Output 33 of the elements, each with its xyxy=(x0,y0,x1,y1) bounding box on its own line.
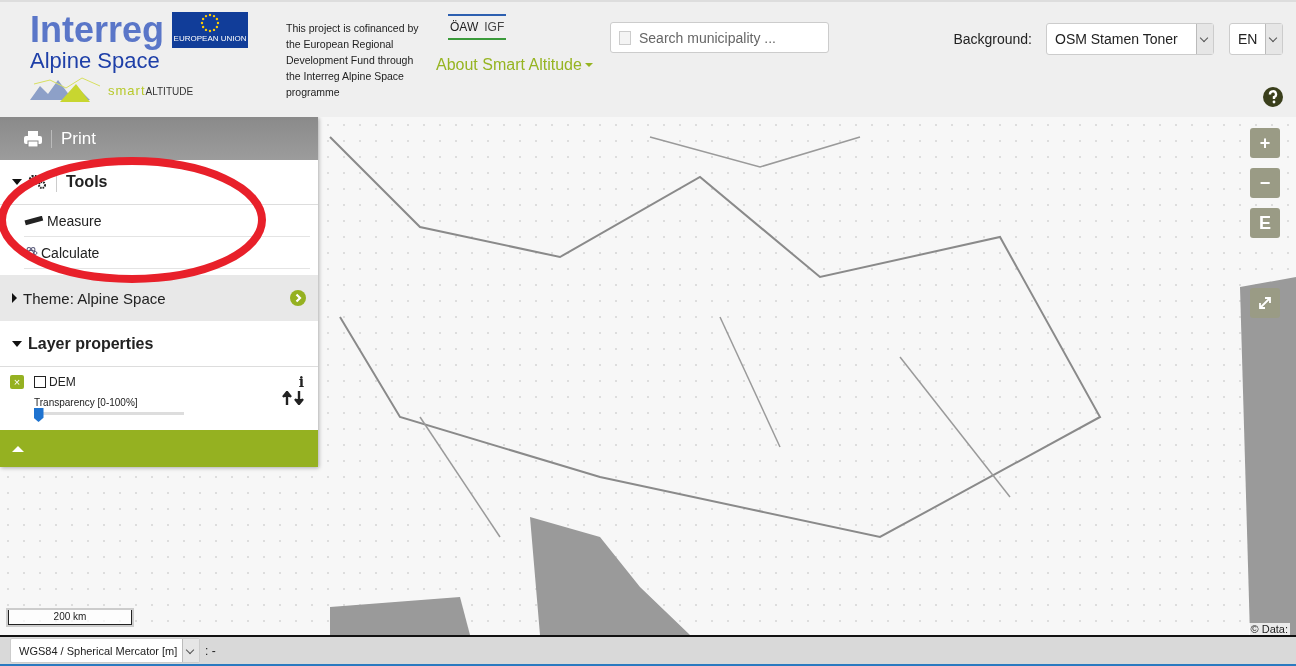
tool-item[interactable]: Calculate xyxy=(24,237,310,269)
gears-icon xyxy=(28,175,48,189)
fullscreen-button[interactable] xyxy=(1250,288,1280,318)
eu-flag-logo: EUROPEAN UNION xyxy=(172,12,249,48)
search-field[interactable]: Search municipality ... xyxy=(610,22,829,53)
section-header[interactable]: Theme: Alpine Space xyxy=(0,275,318,321)
partner-logo: ÖAW IGF xyxy=(448,14,507,40)
ruler-icon xyxy=(24,215,44,226)
logo-title: Interreg xyxy=(30,12,165,48)
arrow-right-icon[interactable] xyxy=(290,290,306,306)
section-header[interactable]: Tools xyxy=(0,160,318,205)
caret-icon xyxy=(584,63,593,67)
help-icon[interactable] xyxy=(1263,87,1283,107)
printer-icon xyxy=(24,130,42,147)
background-select[interactable]: OSM Stamen Toner xyxy=(1046,23,1214,55)
tool-item[interactable]: Measure xyxy=(24,205,310,237)
layer-name: DEM xyxy=(49,375,76,389)
transparency-label: Transparency [0-100%] xyxy=(34,397,139,408)
attribution-text: © Data: xyxy=(1248,623,1290,635)
expand-arrows-icon xyxy=(1259,297,1271,309)
scale-bar: 200 km xyxy=(8,610,132,625)
image-icon xyxy=(619,31,631,45)
project-logo-text: smartALTITUDE xyxy=(108,83,194,100)
caret-up-icon xyxy=(12,445,24,452)
language-select[interactable]: EN xyxy=(1229,23,1283,55)
section-header[interactable]: Layer properties xyxy=(0,321,318,367)
move-arrows-icon[interactable] xyxy=(282,391,304,405)
coordinates-text: : - xyxy=(205,643,216,658)
funding-text: This project is cofinanced by the European Regional Development Fund through the Interreg Alpine Space programme xyxy=(286,21,420,100)
projection-select[interactable]: WGS84 / Spherical Mercator [m] xyxy=(10,638,200,663)
background-label: Background: xyxy=(953,31,1032,47)
info-icon[interactable]: i xyxy=(298,375,304,389)
layer-checkbox[interactable] xyxy=(34,376,46,388)
